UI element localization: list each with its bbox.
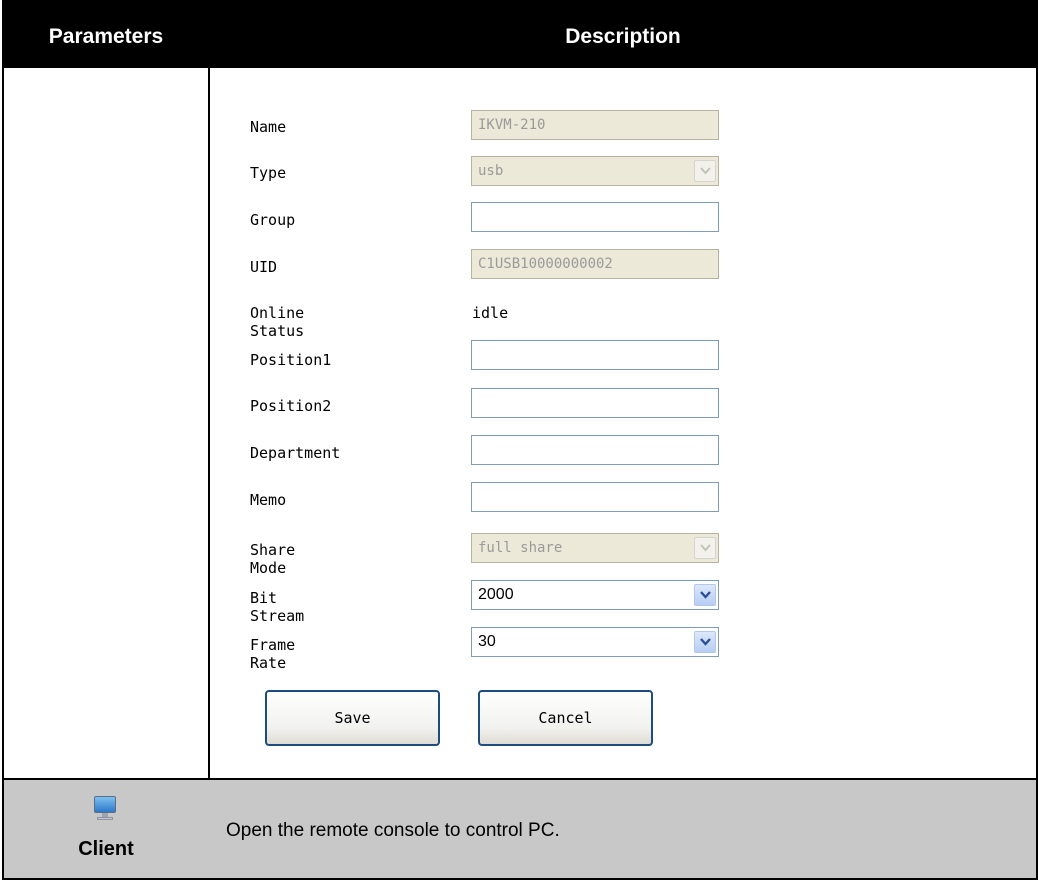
header-description: Description (565, 25, 681, 48)
type-label: Type (250, 164, 287, 182)
frame-rate-label: Frame Rate (250, 636, 296, 672)
client-parameter-cell: Client (4, 780, 208, 878)
frame-rate-select[interactable]: 30 (471, 627, 719, 657)
monitor-icon[interactable] (94, 796, 116, 822)
chevron-down-icon (694, 537, 716, 559)
type-value: usb (478, 163, 504, 179)
save-button[interactable]: Save (265, 690, 440, 746)
position1-label: Position1 (250, 351, 332, 369)
type-select: usb (471, 156, 719, 186)
department-field[interactable] (471, 435, 719, 465)
cancel-button[interactable]: Cancel (478, 690, 653, 746)
department-label: Department (250, 444, 341, 462)
uid-field: C1USB10000000002 (471, 249, 719, 279)
memo-field[interactable] (471, 482, 719, 512)
table-header: Parameters Description (4, 2, 1036, 68)
bit-stream-label: Bit Stream (250, 589, 305, 625)
client-row: Client Open the remote console to contro… (4, 780, 1036, 878)
bit-stream-select[interactable]: 2000 (471, 580, 719, 610)
client-description: Open the remote console to control PC. (226, 820, 560, 841)
frame-rate-value: 30 (478, 633, 496, 650)
chevron-down-icon[interactable] (694, 584, 716, 606)
online-status-label: Online Status (250, 304, 305, 340)
column-divider (208, 68, 210, 878)
position2-label: Position2 (250, 397, 332, 415)
share-mode-label: Share Mode (250, 541, 296, 577)
chevron-down-icon[interactable] (694, 631, 716, 653)
name-label: Name (250, 118, 287, 136)
group-field[interactable] (471, 202, 719, 232)
client-name: Client (78, 838, 134, 860)
position2-field[interactable] (471, 388, 719, 418)
header-parameters: Parameters (48, 25, 164, 48)
memo-label: Memo (250, 491, 287, 509)
bit-stream-value: 2000 (478, 586, 514, 603)
name-field: IKVM-210 (471, 110, 719, 140)
share-mode-select: full share (471, 533, 719, 563)
uid-label: UID (250, 258, 278, 276)
share-mode-value: full share (478, 540, 563, 556)
group-label: Group (250, 211, 296, 229)
position1-field[interactable] (471, 340, 719, 370)
online-status-value: idle (472, 304, 509, 322)
chevron-down-icon (694, 160, 716, 182)
